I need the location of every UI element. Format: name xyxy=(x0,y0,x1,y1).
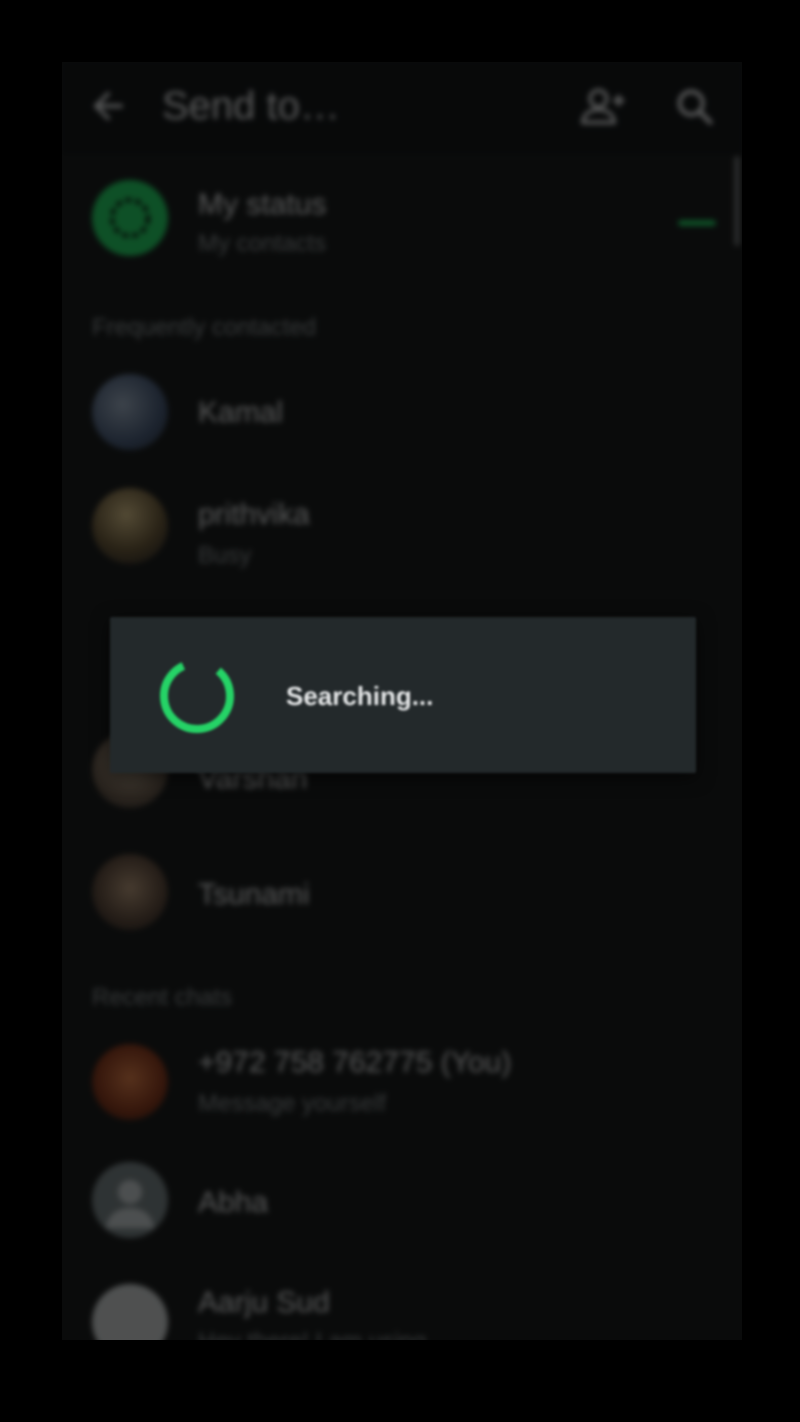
chat-row[interactable]: Abha xyxy=(62,1152,722,1262)
status-icon xyxy=(110,198,150,238)
chat-subtitle: Message yourself xyxy=(198,1090,387,1117)
loading-spinner-icon xyxy=(160,659,234,733)
contact-avatar xyxy=(92,374,168,450)
default-avatar-icon xyxy=(106,1180,154,1228)
contact-avatar xyxy=(92,488,168,564)
chat-avatar xyxy=(92,1284,168,1340)
top-app-bar: Send to… xyxy=(62,62,742,154)
contact-row[interactable]: prithvika Busy xyxy=(62,472,722,582)
contact-name: Tsunami xyxy=(198,878,310,911)
chat-avatar xyxy=(92,1162,168,1238)
progress-dialog: Searching... xyxy=(110,617,696,773)
section-recent-chats: Recent chats xyxy=(92,984,233,1011)
dialog-message: Searching... xyxy=(286,681,434,711)
contact-row[interactable]: Tsunami xyxy=(62,842,722,952)
arrow-left-icon[interactable] xyxy=(86,84,130,128)
my-status-row[interactable]: My status My contacts xyxy=(62,162,722,272)
contact-name: Kamal xyxy=(198,396,284,429)
contact-subtitle: Busy xyxy=(198,542,252,569)
search-icon[interactable] xyxy=(672,84,718,130)
contact-row[interactable]: Kamal xyxy=(62,362,722,472)
section-frequently-contacted: Frequently contacted xyxy=(92,314,317,341)
chat-name: +972 758 762775 (You) xyxy=(198,1046,512,1079)
chat-avatar xyxy=(92,1044,168,1120)
status-title: My status xyxy=(198,188,327,221)
status-avatar xyxy=(92,180,168,256)
contact-avatar xyxy=(92,854,168,930)
chat-row[interactable]: +972 758 762775 (You) Message yourself xyxy=(62,1032,722,1142)
add-contact-icon[interactable] xyxy=(580,84,628,128)
status-subtitle: My contacts xyxy=(198,230,327,257)
page-title: Send to… xyxy=(162,84,340,128)
chat-row[interactable]: Aarju Sud Hey there! I am using xyxy=(62,1272,722,1340)
chat-name: Aarju Sud xyxy=(198,1286,330,1319)
contact-name: prithvika xyxy=(198,498,310,531)
chat-name: Abha xyxy=(198,1186,269,1219)
status-indicator xyxy=(678,220,716,226)
scrollbar[interactable] xyxy=(734,156,740,246)
chat-subtitle: Hey there! I am using xyxy=(198,1328,426,1340)
